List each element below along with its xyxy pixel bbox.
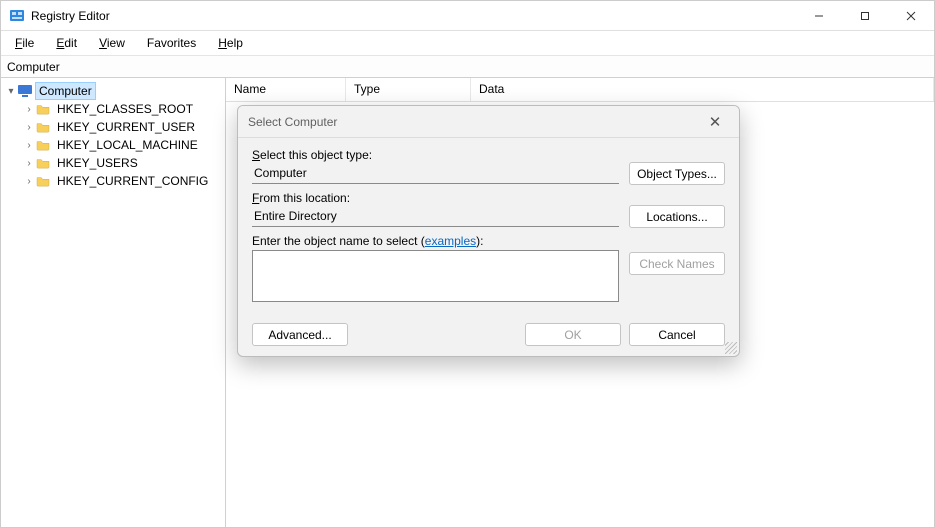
object-types-button[interactable]: Object Types... — [629, 162, 725, 185]
examples-link[interactable]: examples — [425, 234, 476, 248]
object-type-label: Select this object type: — [252, 148, 619, 162]
tree-hive[interactable]: › HKEY_CLASSES_ROOT — [23, 100, 225, 118]
menu-favorites[interactable]: Favorites — [137, 33, 206, 53]
chevron-right-icon[interactable]: › — [23, 104, 35, 115]
tree-hive[interactable]: › HKEY_CURRENT_CONFIG — [23, 172, 225, 190]
location-field: Entire Directory — [252, 207, 619, 227]
tree-children: › HKEY_CLASSES_ROOT › HKEY_CURRENT_USER … — [5, 100, 225, 190]
menu-file[interactable]: File — [5, 33, 44, 53]
menu-view[interactable]: View — [89, 33, 135, 53]
chevron-right-icon[interactable]: › — [23, 122, 35, 133]
close-button[interactable] — [888, 1, 934, 31]
list-pane: Name Type Data Select Computer ✕ Select … — [226, 78, 934, 527]
address-text: Computer — [7, 60, 60, 74]
dialog-titlebar: Select Computer ✕ — [238, 106, 739, 138]
maximize-button[interactable] — [842, 1, 888, 31]
tree-hive-label: HKEY_CURRENT_USER — [54, 119, 198, 135]
ok-button[interactable]: OK — [525, 323, 621, 346]
window-title: Registry Editor — [31, 9, 796, 23]
list-header: Name Type Data — [226, 78, 934, 102]
tree-hive[interactable]: › HKEY_USERS — [23, 154, 225, 172]
chevron-down-icon[interactable]: ▾ — [5, 86, 17, 97]
check-names-button[interactable]: Check Names — [629, 252, 725, 275]
titlebar: Registry Editor — [1, 1, 934, 31]
chevron-right-icon[interactable]: › — [23, 176, 35, 187]
folder-icon — [35, 102, 51, 116]
enter-name-label: Enter the object name to select (example… — [252, 234, 619, 248]
column-name[interactable]: Name — [226, 78, 346, 101]
locations-button[interactable]: Locations... — [629, 205, 725, 228]
tree-hive-label: HKEY_USERS — [54, 155, 141, 171]
folder-icon — [35, 138, 51, 152]
menubar: File Edit View Favorites Help — [1, 31, 934, 56]
folder-icon — [35, 120, 51, 134]
folder-icon — [35, 174, 51, 188]
tree-hive-label: HKEY_CLASSES_ROOT — [54, 101, 196, 117]
window-controls — [796, 1, 934, 31]
chevron-right-icon[interactable]: › — [23, 158, 35, 169]
column-data[interactable]: Data — [471, 78, 934, 101]
dialog-close-button[interactable]: ✕ — [701, 113, 729, 131]
object-type-field: Computer — [252, 164, 619, 184]
tree-hive[interactable]: › HKEY_CURRENT_USER — [23, 118, 225, 136]
select-computer-dialog: Select Computer ✕ Select this object typ… — [237, 105, 740, 357]
minimize-button[interactable] — [796, 1, 842, 31]
regedit-icon — [9, 8, 25, 24]
tree-root[interactable]: ▾ Computer — [5, 82, 225, 100]
tree-pane[interactable]: ▾ Computer › HKEY_CLASSES_ROOT › HKEY_CU… — [1, 78, 226, 527]
advanced-button[interactable]: Advanced... — [252, 323, 348, 346]
tree-hive[interactable]: › HKEY_LOCAL_MACHINE — [23, 136, 225, 154]
tree-hive-label: HKEY_LOCAL_MACHINE — [54, 137, 201, 153]
computer-icon — [17, 84, 33, 98]
body: ▾ Computer › HKEY_CLASSES_ROOT › HKEY_CU… — [1, 78, 934, 527]
chevron-right-icon[interactable]: › — [23, 140, 35, 151]
address-bar[interactable]: Computer — [1, 56, 934, 78]
folder-icon — [35, 156, 51, 170]
column-type[interactable]: Type — [346, 78, 471, 101]
dialog-title-text: Select Computer — [248, 115, 337, 129]
tree-hive-label: HKEY_CURRENT_CONFIG — [54, 173, 211, 189]
resize-grip-icon[interactable] — [725, 342, 737, 354]
menu-edit[interactable]: Edit — [46, 33, 87, 53]
menu-help[interactable]: Help — [208, 33, 253, 53]
cancel-button[interactable]: Cancel — [629, 323, 725, 346]
location-label: From this location: — [252, 191, 619, 205]
object-name-input[interactable] — [252, 250, 619, 302]
tree-root-label: Computer — [36, 83, 95, 99]
